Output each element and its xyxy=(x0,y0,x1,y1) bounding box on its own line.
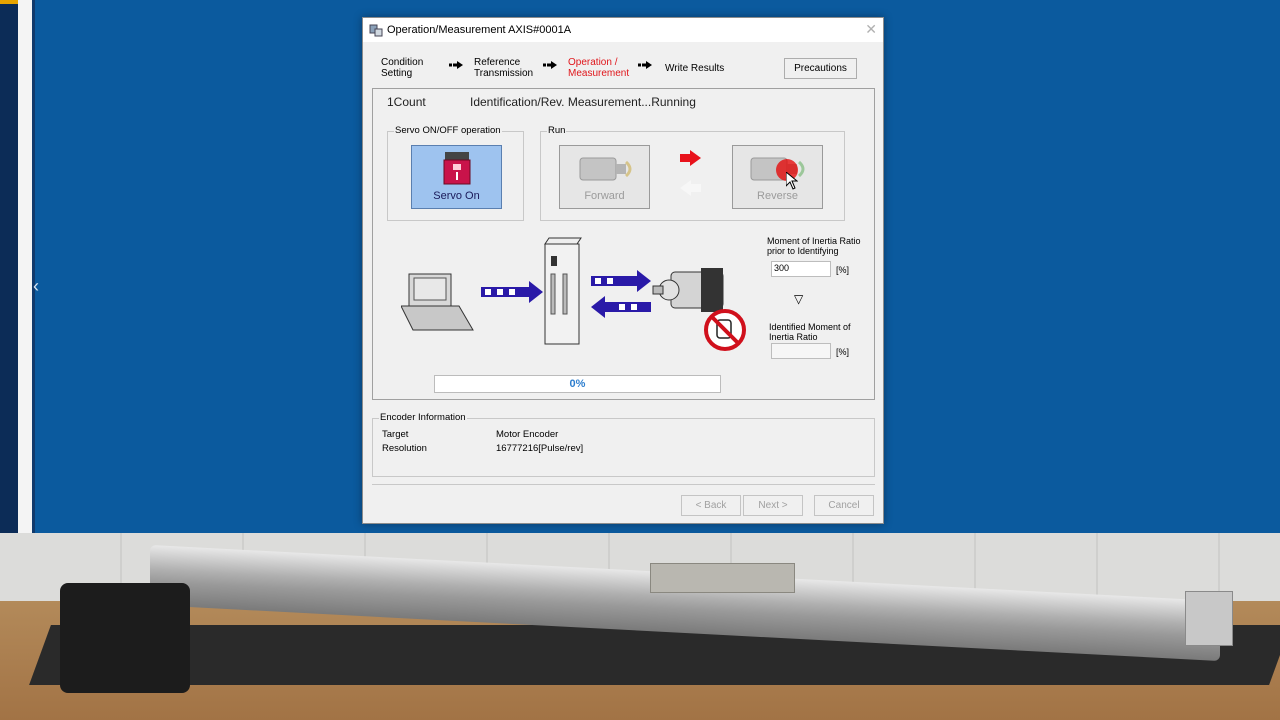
group-title: Run xyxy=(547,125,567,136)
reverse-label: Reverse xyxy=(757,190,798,202)
power-switch-icon xyxy=(443,152,471,185)
inertia-prior-label: Moment of Inertia Ratio prior to Identif… xyxy=(767,236,861,256)
encoder-target-key: Target xyxy=(382,429,409,440)
servo-onoff-group: Servo ON/OFF operation Servo On xyxy=(387,125,524,221)
inertia-prior-field[interactable]: 300 xyxy=(771,261,831,277)
count-label: 1Count xyxy=(387,95,426,109)
command-arrow-icon xyxy=(591,270,651,292)
measurement-panel: 1Count Identification/Rev. Measurement..… xyxy=(372,88,875,400)
taskbar-accent xyxy=(0,0,18,4)
step-write-results: Write Results xyxy=(665,63,724,74)
inertia-identified-line1: Identified Moment of xyxy=(769,322,851,332)
back-button[interactable]: < Back xyxy=(681,495,741,516)
progress-bar: 0% xyxy=(434,375,721,393)
step-condition-setting: Condition Setting xyxy=(381,57,423,79)
step-label: Write Results xyxy=(665,63,725,74)
step-label: Condition xyxy=(381,57,424,68)
left-taskbar xyxy=(0,0,18,533)
inertia-identified-field xyxy=(771,343,831,359)
step-arrow-icon xyxy=(543,61,557,69)
do-not-touch-icon xyxy=(704,309,746,351)
step-label: Reference xyxy=(474,57,521,68)
window-title: Operation/Measurement AXIS#0001A xyxy=(387,24,572,36)
feedback-arrow-icon xyxy=(591,296,651,318)
data-arrow-icon xyxy=(481,281,543,303)
operation-measurement-dialog: Operation/Measurement AXIS#0001A ✕ Condi… xyxy=(362,17,884,524)
down-triangle-icon: ▽ xyxy=(794,292,804,306)
step-arrow-icon xyxy=(449,61,463,69)
inertia-identified-line2: Inertia Ratio xyxy=(769,332,818,342)
title-bar: Operation/Measurement AXIS#0001A ✕ xyxy=(363,18,883,42)
mouse-cursor-icon xyxy=(786,172,798,190)
motor-forward-icon xyxy=(579,157,632,181)
encoder-resolution-value: 16777216[Pulse/rev] xyxy=(496,443,584,454)
status-message: Identification/Rev. Measurement...Runnin… xyxy=(470,95,696,109)
close-icon[interactable]: ✕ xyxy=(865,21,877,38)
inertia-identified-label: Identified Moment of Inertia Ratio xyxy=(769,322,851,342)
collapse-chevron-icon[interactable]: ‹ xyxy=(33,276,39,296)
servo-motor-photo xyxy=(60,583,190,693)
run-group: Run Forward Reverse xyxy=(540,125,845,221)
app-icon xyxy=(369,24,383,37)
rail-endcap xyxy=(1185,591,1233,646)
actuator-photo xyxy=(0,533,1280,720)
step-arrow-icon xyxy=(638,61,652,69)
encoder-target-value: Motor Encoder xyxy=(496,429,559,440)
step-operation-measurement: Operation / Measurement xyxy=(568,57,629,79)
footer-separator xyxy=(372,484,875,485)
next-button[interactable]: Next > xyxy=(743,495,803,516)
side-panel-divider xyxy=(32,0,35,533)
laptop-icon xyxy=(401,273,474,331)
group-title: Servo ON/OFF operation xyxy=(394,125,502,136)
encoder-resolution-key: Resolution xyxy=(382,443,427,454)
forward-button[interactable]: Forward xyxy=(559,145,650,209)
servo-motor-icon xyxy=(652,268,724,312)
group-title: Encoder Information xyxy=(379,412,467,423)
step-reference-transmission: Reference Transmission xyxy=(474,57,533,79)
servo-drive-icon xyxy=(544,237,582,345)
step-label: Setting xyxy=(381,68,413,79)
inertia-prior-unit: [%] xyxy=(836,265,850,275)
precautions-button[interactable]: Precautions xyxy=(784,58,857,79)
inertia-identified-unit: [%] xyxy=(836,347,850,357)
servo-on-label: Servo On xyxy=(433,190,480,202)
reverse-arrow-icon xyxy=(680,180,701,196)
encoder-info-group: Encoder Information Target Motor Encoder… xyxy=(372,412,875,477)
forward-arrow-icon xyxy=(680,150,701,166)
reverse-button[interactable]: Reverse xyxy=(732,145,823,209)
inertia-prior-line2: prior to Identifying xyxy=(767,246,839,256)
motor-reverse-icon xyxy=(750,157,805,181)
forward-label: Forward xyxy=(584,190,625,202)
step-label: Transmission xyxy=(474,68,534,79)
cancel-button[interactable]: Cancel xyxy=(814,495,874,516)
rail-carriage xyxy=(650,563,795,593)
system-diagram xyxy=(401,237,746,351)
step-label: Measurement xyxy=(568,68,630,79)
progress-text: 0% xyxy=(569,378,586,390)
side-panel-edge xyxy=(18,0,32,533)
servo-on-button[interactable]: Servo On xyxy=(411,145,502,209)
inertia-prior-line1: Moment of Inertia Ratio xyxy=(767,236,861,246)
step-label: Operation / xyxy=(568,57,618,68)
